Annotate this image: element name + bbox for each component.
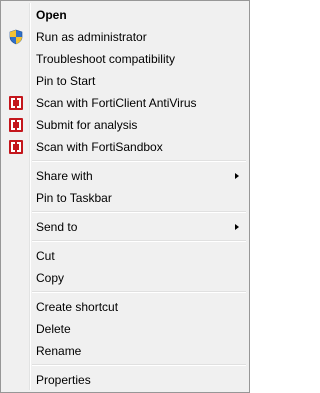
menu-item-label: Scan with FortiClient AntiVirus xyxy=(36,96,197,110)
menu-item-scan-with-forticlient-antivirus[interactable]: Scan with FortiClient AntiVirus xyxy=(3,92,247,114)
submenu-arrow-icon xyxy=(235,173,239,179)
menu-item-cut[interactable]: Cut xyxy=(3,245,247,267)
menu-item-label: Share with xyxy=(36,169,93,183)
menu-item-send-to[interactable]: Send to xyxy=(3,216,247,238)
menu-item-label: Submit for analysis xyxy=(36,118,138,132)
menu-item-label: Create shortcut xyxy=(36,300,119,314)
menu-separator xyxy=(32,291,246,293)
menu-item-label: Rename xyxy=(36,344,82,358)
menu-item-label: Troubleshoot compatibility xyxy=(36,52,175,66)
menu-item-label: Cut xyxy=(36,249,55,263)
menu-item-troubleshoot-compatibility[interactable]: Troubleshoot compatibility xyxy=(3,48,247,70)
menu-item-run-as-administrator[interactable]: Run as administrator xyxy=(3,26,247,48)
uac-shield-icon xyxy=(8,29,24,45)
menu-item-label: Scan with FortiSandbox xyxy=(36,140,163,154)
menu-item-copy[interactable]: Copy xyxy=(3,267,247,289)
menu-item-label: Properties xyxy=(36,373,91,387)
menu-item-properties[interactable]: Properties xyxy=(3,369,247,391)
menu-item-label: Copy xyxy=(36,271,65,285)
menu-item-label: Send to xyxy=(36,220,78,234)
menu-separator xyxy=(32,160,246,162)
menu-item-label: Run as administrator xyxy=(36,30,147,44)
menu-separator xyxy=(32,364,246,366)
menu-item-label: Open xyxy=(36,8,67,22)
menu-item-label: Pin to Taskbar xyxy=(36,191,112,205)
submenu-arrow-icon xyxy=(235,224,239,230)
menu-item-label: Delete xyxy=(36,322,71,336)
forticlient-icon xyxy=(8,95,24,111)
menu-item-delete[interactable]: Delete xyxy=(3,318,247,340)
menu-item-pin-to-taskbar[interactable]: Pin to Taskbar xyxy=(3,187,247,209)
menu-separator xyxy=(32,240,246,242)
context-menu: Open Run as administrator Troubleshoot c… xyxy=(0,0,250,393)
menu-separator xyxy=(32,211,246,213)
menu-item-pin-to-start[interactable]: Pin to Start xyxy=(3,70,247,92)
menu-item-rename[interactable]: Rename xyxy=(3,340,247,362)
forticlient-icon xyxy=(8,139,24,155)
menu-item-scan-with-fortisandbox[interactable]: Scan with FortiSandbox xyxy=(3,136,247,158)
menu-item-open[interactable]: Open xyxy=(3,4,247,26)
menu-item-create-shortcut[interactable]: Create shortcut xyxy=(3,296,247,318)
menu-item-label: Pin to Start xyxy=(36,74,96,88)
menu-item-submit-for-analysis[interactable]: Submit for analysis xyxy=(3,114,247,136)
menu-item-share-with[interactable]: Share with xyxy=(3,165,247,187)
forticlient-icon xyxy=(8,117,24,133)
